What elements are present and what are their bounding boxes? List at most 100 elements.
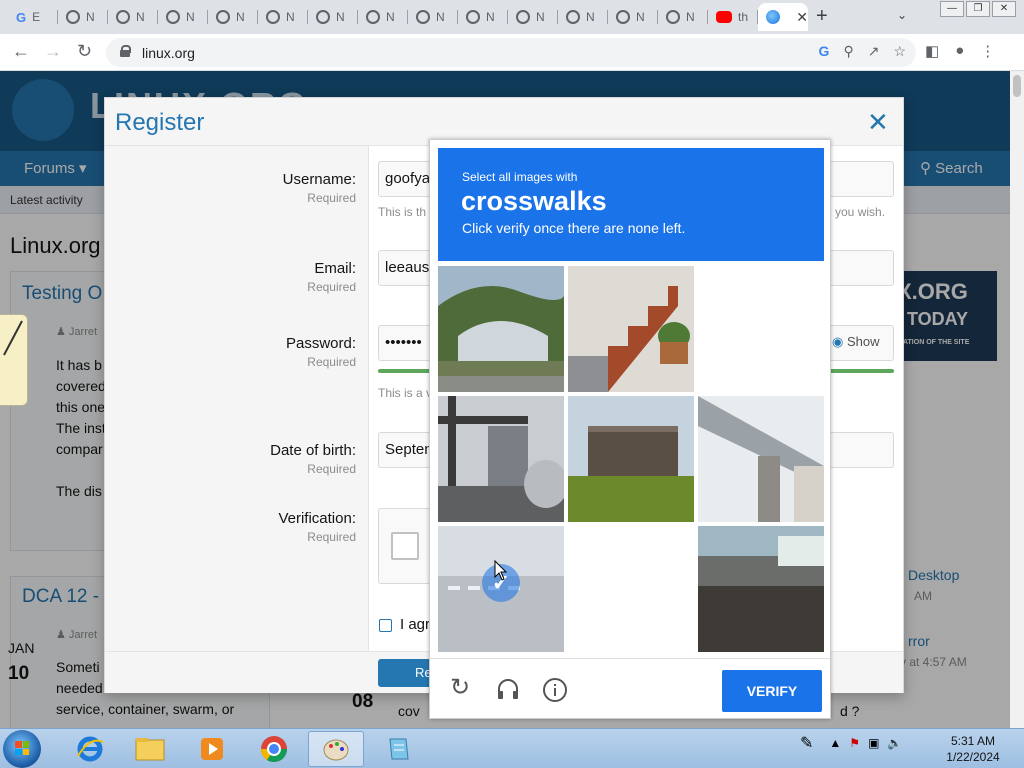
forward-arrow-icon[interactable]: → <box>44 41 62 62</box>
captcha-tile[interactable] <box>698 526 824 652</box>
tab-icon <box>216 10 230 24</box>
side-panel-icon[interactable]: ◧ <box>925 42 939 60</box>
captcha-footer: ↻ VERIFY <box>430 658 830 718</box>
globe-icon <box>766 10 780 24</box>
captcha-challenge: Select all images with crosswalks Click … <box>429 139 831 719</box>
browser-tab[interactable]: N <box>458 3 508 31</box>
tab-label: N <box>286 10 295 24</box>
username-hint-tail: e you wish. <box>825 205 886 219</box>
browser-tab[interactable]: N <box>608 3 658 31</box>
share-icon[interactable]: ↗ <box>868 43 880 60</box>
required-hint: Required <box>307 355 356 369</box>
menu-kebab-icon[interactable]: ⋮ <box>980 42 995 60</box>
page-scrollbar[interactable] <box>1010 71 1024 728</box>
browser-tab[interactable]: N <box>208 3 258 31</box>
pen-tablet-icon[interactable]: ✎ <box>800 733 813 753</box>
file-explorer-icon[interactable] <box>122 731 178 767</box>
verify-button[interactable]: VERIFY <box>722 670 822 712</box>
agree-checkbox[interactable] <box>379 619 392 632</box>
paint-icon[interactable] <box>308 731 364 767</box>
browser-tab[interactable]: N <box>308 3 358 31</box>
tab-search-chevron-icon[interactable]: ⌄ <box>897 8 907 22</box>
tab-close-icon[interactable]: ✕ <box>796 9 808 26</box>
volume-muted-icon[interactable]: 🔈 <box>887 736 902 750</box>
browser-tab[interactable]: N <box>108 3 158 31</box>
browser-tab[interactable]: GE <box>8 3 58 31</box>
verification-label: Verification: <box>278 510 356 527</box>
tab-label: N <box>86 10 95 24</box>
captcha-prompt: Select all images with crosswalks Click … <box>438 148 824 261</box>
username-hint: This is th <box>378 205 427 219</box>
google-lens-icon[interactable]: G <box>819 43 830 60</box>
tab-label: N <box>636 10 645 24</box>
browser-tab[interactable]: N <box>558 3 608 31</box>
scrollbar-thumb[interactable] <box>1013 75 1021 97</box>
tab-label: N <box>486 10 495 24</box>
tab-icon <box>366 10 380 24</box>
browser-tab[interactable]: N <box>358 3 408 31</box>
dob-label: Date of birth: <box>270 442 356 459</box>
network-icon[interactable]: ▣ <box>868 736 879 750</box>
url-text[interactable]: linux.org <box>142 45 195 61</box>
restore-button[interactable]: ❐ <box>966 1 990 17</box>
reload-icon[interactable]: ↻ <box>77 41 92 62</box>
tab-label: N <box>586 10 595 24</box>
pencil-icon <box>3 320 23 356</box>
captcha-tile[interactable]: ✓ <box>438 526 564 652</box>
agree-label[interactable]: I agr <box>400 616 430 633</box>
info-icon[interactable] <box>542 677 568 708</box>
captcha-tile[interactable] <box>568 396 694 522</box>
media-player-icon[interactable] <box>184 731 240 767</box>
back-arrow-icon[interactable]: ← <box>12 41 30 62</box>
reload-icon[interactable]: ↻ <box>450 673 470 702</box>
captcha-tile[interactable] <box>698 396 824 522</box>
captcha-tile[interactable] <box>568 266 694 392</box>
captcha-tile[interactable] <box>438 396 564 522</box>
browser-tab[interactable]: N <box>258 3 308 31</box>
chrome-icon[interactable] <box>246 731 302 767</box>
minimize-button[interactable]: — <box>940 1 964 17</box>
captcha-tile[interactable] <box>438 266 564 392</box>
browser-tab[interactable]: N <box>158 3 208 31</box>
browser-tab[interactable]: N <box>58 3 108 31</box>
start-button[interactable] <box>3 730 41 768</box>
address-bar[interactable]: linux.org G ⚲ ↗ ☆ <box>106 38 916 67</box>
browser-tab[interactable]: N <box>408 3 458 31</box>
internet-explorer-icon[interactable] <box>62 731 118 767</box>
mouse-cursor-icon <box>494 560 508 581</box>
browser-tab[interactable]: th <box>708 3 758 31</box>
bookmark-star-icon[interactable]: ☆ <box>893 43 906 60</box>
browser-tab[interactable]: ✕ <box>758 3 808 31</box>
show-password-toggle[interactable]: ◉ Show <box>832 334 880 350</box>
action-center-flag-icon[interactable]: ⚑ <box>849 736 860 750</box>
browser-tab[interactable]: N <box>508 3 558 31</box>
tab-strip: G E N N N N N N N N N N N N Nth ✕ + ⌄ — ❐ ✕ <box>0 0 1024 34</box>
captcha-prompt-instruction: Click verify once there are none left. <box>462 220 686 236</box>
browser-tab[interactable]: N <box>658 3 708 31</box>
notepad-window-edge[interactable] <box>0 314 28 406</box>
tab-icon <box>416 10 430 24</box>
required-hint: Required <box>307 280 356 294</box>
tab-label: N <box>386 10 395 24</box>
lock-icon[interactable] <box>120 45 131 57</box>
system-tray: ✎ ▲ ⚑ ▣ 🔈 <box>800 733 902 753</box>
clock-time: 5:31 AM <box>950 734 996 748</box>
captcha-checkbox[interactable] <box>391 532 419 560</box>
close-window-button[interactable]: ✕ <box>992 1 1016 17</box>
clock-date: 1/22/2024 <box>946 750 1000 764</box>
required-hint: Required <box>307 530 356 544</box>
close-icon[interactable]: ✕ <box>867 107 889 138</box>
headphones-icon[interactable] <box>496 677 520 706</box>
required-hint: Required <box>307 191 356 205</box>
password-hint: This is a v <box>378 386 433 400</box>
show-hidden-icons-chevron-icon[interactable]: ▲ <box>829 736 841 750</box>
tab-label: N <box>536 10 545 24</box>
key-icon[interactable]: ⚲ <box>843 43 853 60</box>
new-tab-button[interactable]: + <box>816 5 828 28</box>
tab-icon <box>66 10 80 24</box>
captcha-prompt-target: crosswalks <box>461 186 607 216</box>
system-clock[interactable]: 5:31 AM 1/22/2024 <box>938 733 1008 765</box>
browser-toolbar: ← → ↻ linux.org G ⚲ ↗ ☆ ◧ ● ⋮ <box>0 34 1024 71</box>
notepad-icon[interactable] <box>370 731 426 767</box>
profile-icon[interactable]: ● <box>955 42 964 60</box>
